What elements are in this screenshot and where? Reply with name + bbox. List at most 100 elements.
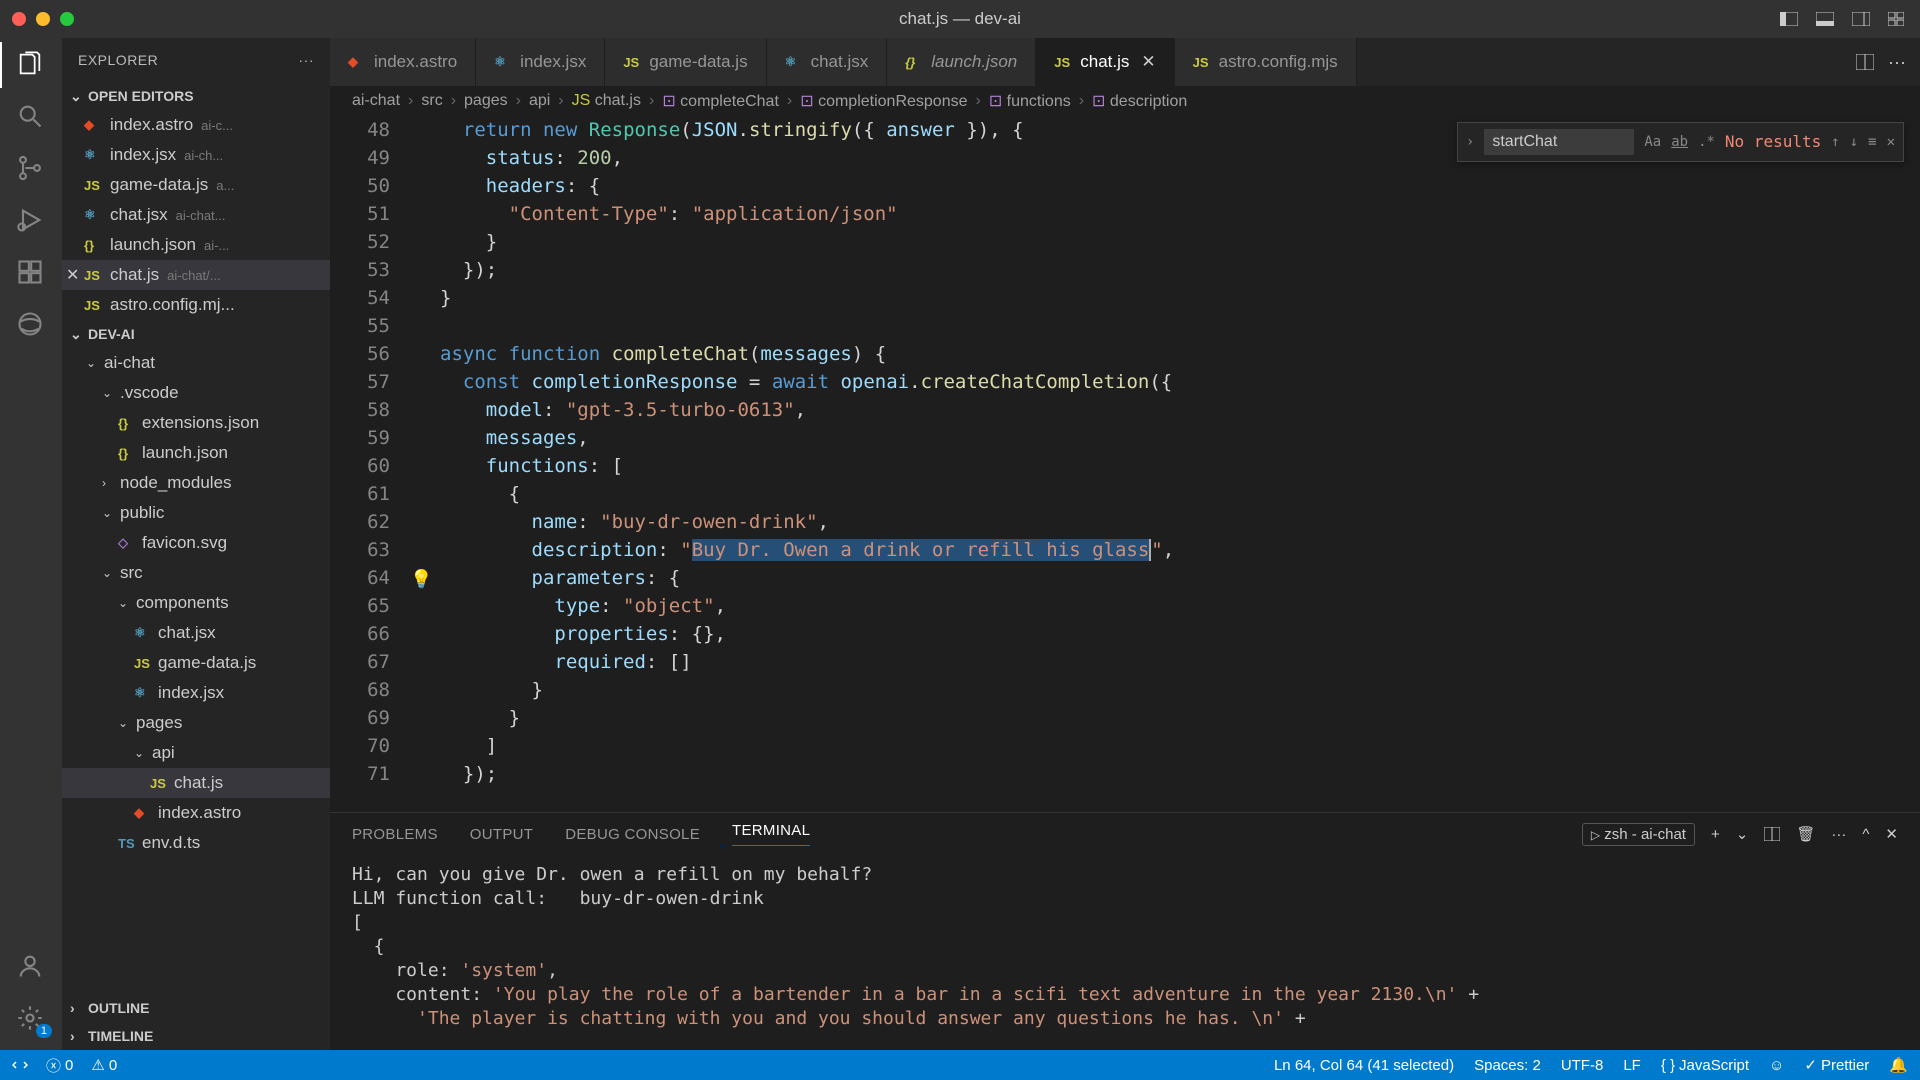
file-item[interactable]: TSenv.d.ts — [62, 828, 330, 858]
folder-item[interactable]: ⌄api — [62, 738, 330, 768]
find-close-icon[interactable]: ✕ — [1887, 128, 1895, 156]
open-editors-section[interactable]: ⌄ OPEN EDITORS — [62, 82, 330, 110]
close-tab-icon[interactable]: ✕ — [1141, 52, 1155, 72]
editor-body[interactable]: 4849505152535455565758596061626364656667… — [330, 116, 1920, 812]
lightbulb-icon[interactable]: 💡 — [410, 566, 432, 594]
close-window-icon[interactable] — [12, 12, 26, 26]
open-editor-item[interactable]: {}launch.json ai-... — [62, 230, 330, 260]
match-case-icon[interactable]: Aa — [1644, 128, 1661, 156]
folder-item[interactable]: ⌄public — [62, 498, 330, 528]
breadcrumb-item[interactable]: ⊡ functions — [989, 91, 1071, 111]
editor-tab[interactable]: ⚛index.jsx — [476, 38, 605, 86]
terminal-output[interactable]: Hi, can you give Dr. owen a refill on my… — [330, 855, 1920, 1050]
file-item[interactable]: JSgame-data.js — [62, 648, 330, 678]
find-expand-icon[interactable]: › — [1466, 128, 1474, 156]
breadcrumbs[interactable]: ai-chat›src›pages›api›JS chat.js›⊡ compl… — [330, 86, 1920, 116]
breadcrumb-item[interactable]: api — [529, 92, 550, 110]
editor-tab[interactable]: ◆index.astro — [330, 38, 476, 86]
new-terminal-icon[interactable]: + — [1711, 826, 1720, 843]
match-word-icon[interactable]: ab — [1671, 128, 1688, 156]
indentation-status[interactable]: Spaces: 2 — [1474, 1057, 1541, 1074]
panel-tab-terminal[interactable]: TERMINAL — [732, 822, 810, 846]
feedback-icon[interactable]: ☺ — [1769, 1057, 1784, 1074]
close-editor-icon[interactable]: ✕ — [66, 265, 79, 285]
find-input[interactable] — [1484, 129, 1634, 155]
project-section[interactable]: ⌄ DEV-AI — [62, 320, 330, 348]
explorer-icon[interactable] — [16, 50, 46, 80]
code-content[interactable]: return new Response(JSON.stringify({ ans… — [440, 116, 1920, 812]
find-selection-icon[interactable]: ≡ — [1868, 128, 1876, 156]
split-terminal-icon[interactable] — [1764, 827, 1780, 841]
folder-item[interactable]: ›node_modules — [62, 468, 330, 498]
file-item[interactable]: ⚛chat.jsx — [62, 618, 330, 648]
terminal-more-icon[interactable]: ··· — [1831, 826, 1846, 843]
remote-indicator[interactable] — [12, 1057, 28, 1073]
folder-item[interactable]: ⌄src — [62, 558, 330, 588]
source-control-icon[interactable] — [16, 154, 46, 184]
breadcrumb-item[interactable]: pages — [464, 92, 508, 110]
open-editor-item[interactable]: JSastro.config.mj... — [62, 290, 330, 320]
editor-tab[interactable]: JSchat.js✕ — [1036, 38, 1174, 86]
editor-tab[interactable]: {}launch.json — [887, 38, 1036, 86]
maximize-panel-icon[interactable]: ^ — [1862, 826, 1869, 843]
edge-tools-icon[interactable] — [16, 310, 46, 340]
search-icon[interactable] — [16, 102, 46, 132]
open-editor-item[interactable]: ◆index.astro ai-c... — [62, 110, 330, 140]
file-item[interactable]: ◆index.astro — [62, 798, 330, 828]
split-editor-icon[interactable] — [1856, 54, 1874, 70]
close-panel-icon[interactable]: ✕ — [1885, 825, 1898, 843]
errors-count[interactable]: ⓧ 0 — [46, 1055, 73, 1076]
layout-toggle-left-icon[interactable] — [1780, 11, 1800, 27]
file-item[interactable]: ⚛index.jsx — [62, 678, 330, 708]
warnings-count[interactable]: ⚠ 0 — [91, 1056, 117, 1074]
open-editor-item[interactable]: JSgame-data.js a... — [62, 170, 330, 200]
folder-item[interactable]: ⌄ai-chat — [62, 348, 330, 378]
terminal-shell-label[interactable]: ▷ zsh - ai-chat — [1582, 823, 1695, 846]
find-next-icon[interactable]: ↓ — [1850, 128, 1858, 156]
panel-tab-output[interactable]: OUTPUT — [470, 826, 533, 843]
editor-tab[interactable]: JSastro.config.mjs — [1175, 38, 1357, 86]
maximize-window-icon[interactable] — [60, 12, 74, 26]
panel-tab-problems[interactable]: PROBLEMS — [352, 826, 438, 843]
notifications-icon[interactable]: 🔔 — [1889, 1056, 1908, 1074]
breadcrumb-item[interactable]: ⊡ completionResponse — [800, 91, 967, 111]
open-editor-item[interactable]: ⚛index.jsx ai-ch... — [62, 140, 330, 170]
eol-status[interactable]: LF — [1623, 1057, 1641, 1074]
find-prev-icon[interactable]: ↑ — [1831, 128, 1839, 156]
timeline-section[interactable]: › TIMELINE — [62, 1022, 330, 1050]
open-editor-item[interactable]: ⚛chat.jsx ai-chat... — [62, 200, 330, 230]
run-debug-icon[interactable] — [16, 206, 46, 236]
terminal-dropdown-icon[interactable]: ⌄ — [1736, 825, 1749, 843]
minimize-window-icon[interactable] — [36, 12, 50, 26]
prettier-status[interactable]: ✓ Prettier — [1804, 1056, 1869, 1074]
breadcrumb-item[interactable]: ⊡ description — [1092, 91, 1187, 111]
kill-terminal-icon[interactable]: 🗑 — [1796, 825, 1815, 843]
cursor-position[interactable]: Ln 64, Col 64 (41 selected) — [1274, 1057, 1454, 1074]
open-editor-item[interactable]: ✕JSchat.js ai-chat/... — [62, 260, 330, 290]
accounts-icon[interactable] — [16, 952, 46, 982]
layout-toggle-right-icon[interactable] — [1852, 11, 1872, 27]
editor-more-icon[interactable]: ··· — [1888, 52, 1906, 73]
breadcrumb-item[interactable]: ⊡ completeChat — [662, 91, 779, 111]
file-item[interactable]: ◇favicon.svg — [62, 528, 330, 558]
layout-toggle-bottom-icon[interactable] — [1816, 11, 1836, 27]
folder-item[interactable]: ⌄.vscode — [62, 378, 330, 408]
regex-icon[interactable]: .* — [1698, 128, 1715, 156]
layout-customize-icon[interactable] — [1888, 11, 1908, 27]
editor-tab[interactable]: JSgame-data.js — [605, 38, 766, 86]
encoding-status[interactable]: UTF-8 — [1561, 1057, 1604, 1074]
file-item[interactable]: {}launch.json — [62, 438, 330, 468]
extensions-icon[interactable] — [16, 258, 46, 288]
file-item[interactable]: {}extensions.json — [62, 408, 330, 438]
explorer-more-icon[interactable]: ··· — [299, 52, 315, 68]
outline-section[interactable]: › OUTLINE — [62, 994, 330, 1022]
breadcrumb-item[interactable]: src — [421, 92, 442, 110]
folder-item[interactable]: ⌄pages — [62, 708, 330, 738]
language-mode[interactable]: { } JavaScript — [1661, 1057, 1749, 1074]
editor-tab[interactable]: ⚛chat.jsx — [767, 38, 888, 86]
settings-gear-icon[interactable]: 1 — [16, 1004, 46, 1034]
breadcrumb-item[interactable]: JS chat.js — [572, 92, 641, 110]
folder-item[interactable]: ⌄components — [62, 588, 330, 618]
panel-tab-debug[interactable]: DEBUG CONSOLE — [565, 826, 700, 843]
file-item[interactable]: JSchat.js — [62, 768, 330, 798]
